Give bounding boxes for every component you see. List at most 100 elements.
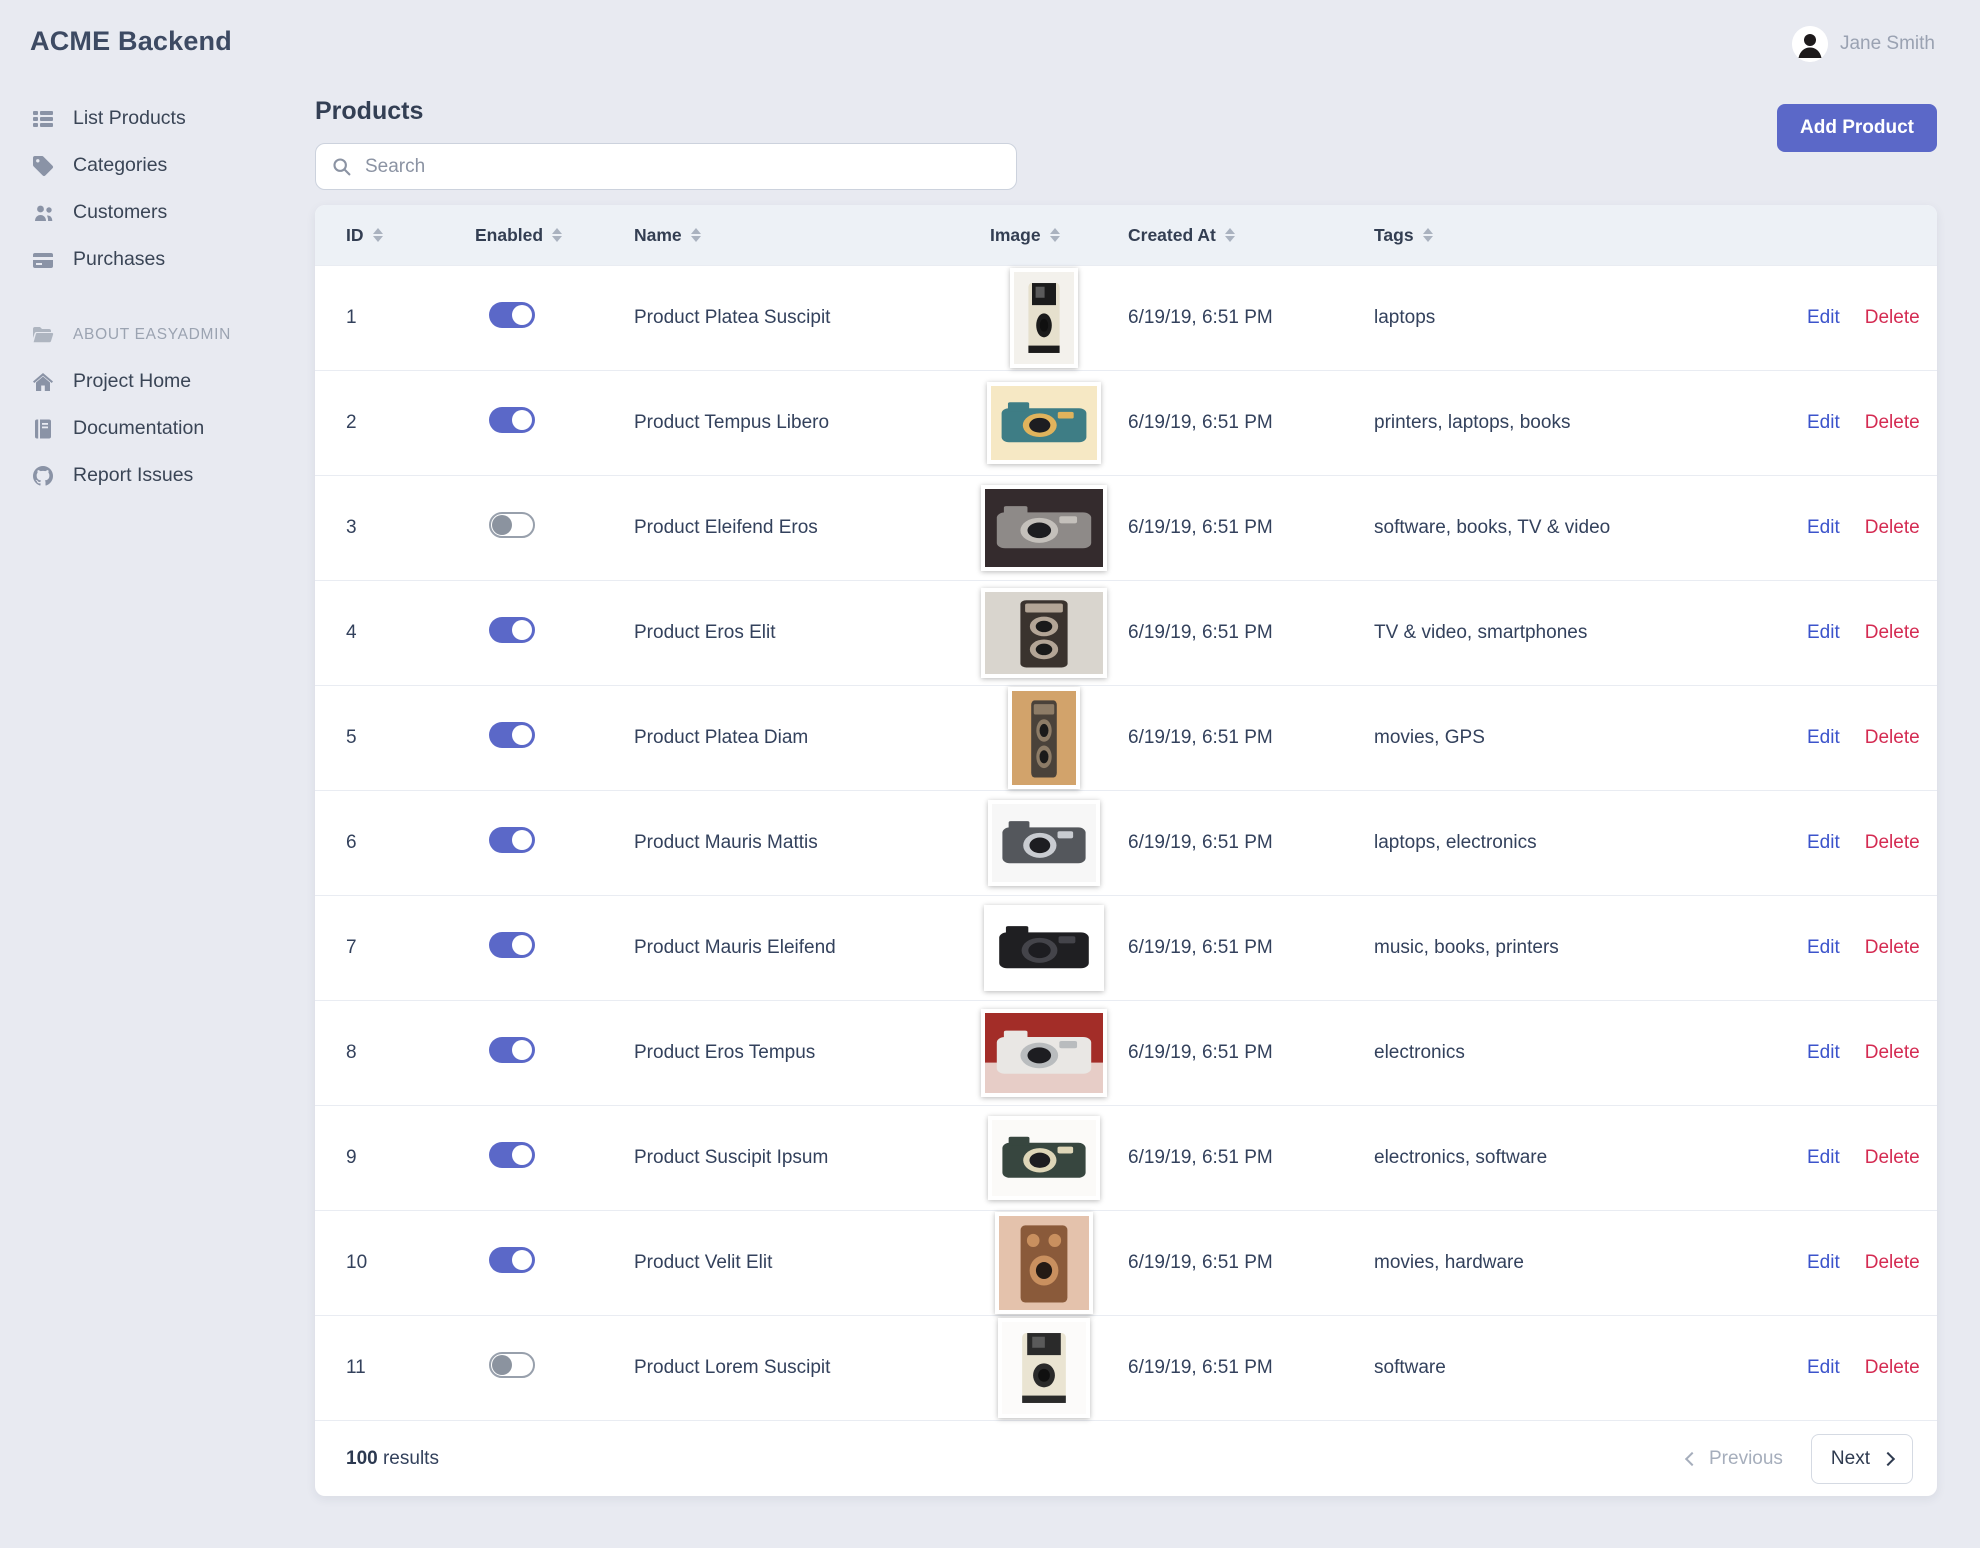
delete-link[interactable]: Delete: [1865, 1042, 1920, 1064]
product-image[interactable]: [981, 1009, 1107, 1097]
image-cell: [990, 687, 1128, 789]
product-image[interactable]: [1010, 268, 1078, 368]
sidebar-section-label: ABOUT EASYADMIN: [73, 325, 232, 343]
edit-link[interactable]: Edit: [1807, 937, 1840, 959]
product-image[interactable]: [995, 1212, 1093, 1314]
row-actions: Edit Delete: [1807, 937, 1944, 959]
sidebar-item-project-home[interactable]: Project Home: [30, 358, 315, 405]
enabled-toggle[interactable]: [489, 1037, 535, 1063]
product-image[interactable]: [988, 1116, 1100, 1200]
row-id: 3: [346, 517, 357, 538]
delete-link[interactable]: Delete: [1865, 517, 1920, 539]
column-header-id[interactable]: ID: [346, 225, 475, 246]
column-label: Image: [990, 224, 1041, 245]
edit-link[interactable]: Edit: [1807, 517, 1840, 539]
sidebar-nav-links: Project Home Documentation Report Issues: [30, 358, 315, 499]
sidebar-item-list-products[interactable]: List Products: [30, 95, 315, 142]
product-image[interactable]: [998, 1318, 1090, 1418]
enabled-toggle[interactable]: [489, 617, 535, 643]
sidebar-item-label: Report Issues: [73, 464, 194, 486]
image-cell: [990, 1212, 1128, 1314]
product-image[interactable]: [981, 485, 1107, 571]
enabled-toggle[interactable]: [489, 722, 535, 748]
app-title[interactable]: ACME Backend: [30, 26, 315, 57]
enabled-toggle[interactable]: [489, 1352, 535, 1378]
delete-link[interactable]: Delete: [1865, 1147, 1920, 1169]
created-at: 6/19/19, 6:51 PM: [1128, 517, 1273, 538]
row-id: 9: [346, 1147, 357, 1168]
row-actions: Edit Delete: [1807, 307, 1944, 329]
delete-link[interactable]: Delete: [1865, 937, 1920, 959]
next-page-button[interactable]: Next: [1810, 1433, 1913, 1484]
enabled-toggle[interactable]: [489, 1142, 535, 1168]
enabled-toggle[interactable]: [489, 407, 535, 433]
previous-label: Previous: [1709, 1447, 1783, 1469]
sidebar-item-report-issues[interactable]: Report Issues: [30, 452, 315, 499]
edit-link[interactable]: Edit: [1807, 727, 1840, 749]
results-count-number: 100: [346, 1447, 378, 1469]
edit-link[interactable]: Edit: [1807, 412, 1840, 434]
column-header-enabled[interactable]: Enabled: [475, 225, 634, 246]
delete-link[interactable]: Delete: [1865, 832, 1920, 854]
column-label: Enabled: [475, 224, 544, 245]
sidebar-nav-main: List Products Categories Customers Purchase…: [30, 95, 315, 283]
edit-link[interactable]: Edit: [1807, 622, 1840, 644]
created-at: 6/19/19, 6:51 PM: [1128, 832, 1273, 853]
column-header-created-at[interactable]: Created At: [1128, 225, 1374, 246]
product-name: Product Eros Tempus: [634, 1042, 816, 1063]
delete-link[interactable]: Delete: [1865, 1252, 1920, 1274]
column-header-tags[interactable]: Tags: [1374, 225, 1807, 246]
column-header-name[interactable]: Name: [634, 225, 990, 246]
product-name: Product Mauris Mattis: [634, 832, 818, 853]
enabled-toggle[interactable]: [489, 827, 535, 853]
product-image[interactable]: [1008, 687, 1080, 789]
sidebar-item-categories[interactable]: Categories: [30, 142, 315, 189]
product-name: Product Eros Elit: [634, 622, 776, 643]
credit-card-icon: [30, 247, 56, 273]
list-icon: [30, 106, 56, 132]
enabled-cell: [475, 1142, 634, 1174]
edit-link[interactable]: Edit: [1807, 1252, 1840, 1274]
results-count: 100 results: [346, 1448, 439, 1470]
image-cell: [990, 1318, 1128, 1418]
edit-link[interactable]: Edit: [1807, 1147, 1840, 1169]
enabled-cell: [475, 617, 634, 649]
enabled-cell: [475, 932, 634, 964]
product-image[interactable]: [988, 800, 1100, 886]
product-image[interactable]: [984, 905, 1104, 991]
image-cell: [981, 588, 1128, 678]
add-product-button[interactable]: Add Product: [1777, 104, 1937, 152]
enabled-toggle[interactable]: [489, 932, 535, 958]
edit-link[interactable]: Edit: [1807, 1042, 1840, 1064]
delete-link[interactable]: Delete: [1865, 622, 1920, 644]
page-title: Products: [315, 97, 424, 125]
sidebar-item-purchases[interactable]: Purchases: [30, 236, 315, 283]
sidebar-item-documentation[interactable]: Documentation: [30, 405, 315, 452]
enabled-toggle[interactable]: [489, 512, 535, 538]
enabled-cell: [475, 512, 634, 544]
results-count-suffix: results: [382, 1447, 439, 1469]
column-label: Created At: [1128, 224, 1216, 245]
edit-link[interactable]: Edit: [1807, 307, 1840, 329]
column-header-image[interactable]: Image: [990, 225, 1128, 246]
book-icon: [30, 416, 56, 442]
enabled-toggle[interactable]: [489, 302, 535, 328]
row-id: 11: [346, 1357, 366, 1378]
github-icon: [30, 463, 56, 489]
edit-link[interactable]: Edit: [1807, 832, 1840, 854]
next-label: Next: [1830, 1447, 1870, 1469]
row-id: 7: [346, 937, 357, 958]
product-image[interactable]: [981, 588, 1107, 678]
created-at: 6/19/19, 6:51 PM: [1128, 1042, 1273, 1063]
delete-link[interactable]: Delete: [1865, 412, 1920, 434]
sidebar-item-customers[interactable]: Customers: [30, 189, 315, 236]
product-name: Product Lorem Suscipit: [634, 1357, 831, 1378]
product-image[interactable]: [987, 382, 1101, 464]
delete-link[interactable]: Delete: [1865, 727, 1920, 749]
edit-link[interactable]: Edit: [1807, 1357, 1840, 1379]
product-name: Product Velit Elit: [634, 1252, 773, 1273]
delete-link[interactable]: Delete: [1865, 307, 1920, 329]
search-input[interactable]: [363, 154, 1001, 179]
delete-link[interactable]: Delete: [1865, 1357, 1920, 1379]
enabled-toggle[interactable]: [489, 1247, 535, 1273]
